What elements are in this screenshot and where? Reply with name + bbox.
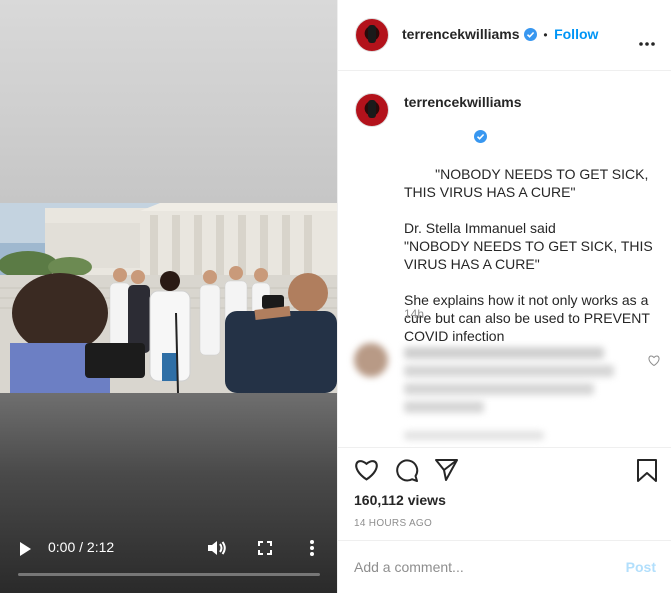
- header-user-row: terrencekwilliams • Follow: [402, 26, 598, 46]
- follow-button[interactable]: Follow: [554, 26, 598, 42]
- share-icon[interactable]: [434, 458, 459, 487]
- caption-avatar[interactable]: [355, 93, 389, 127]
- comment-bar: Add a comment... Post: [338, 540, 671, 594]
- comment-text-line: [404, 365, 614, 377]
- video-controls: 0:00 / 2:12: [0, 528, 337, 593]
- video-blur-top: [0, 0, 337, 203]
- video-still-image: [0, 203, 337, 393]
- verified-icon: [435, 111, 488, 165]
- header-separator: •: [543, 28, 548, 42]
- comment-text-line: [404, 347, 604, 359]
- verified-icon: [523, 28, 537, 46]
- comment-meta-line: [404, 431, 544, 440]
- post-panel: terrencekwilliams • Follow terrencekwill…: [337, 0, 671, 593]
- post-header: terrencekwilliams • Follow: [338, 0, 671, 71]
- caption-time-ago: 14h: [404, 307, 425, 321]
- heart-icon[interactable]: [354, 458, 379, 486]
- post-button[interactable]: Post: [626, 559, 656, 575]
- header-username[interactable]: terrencekwilliams: [402, 26, 520, 42]
- bookmark-icon[interactable]: [636, 458, 658, 488]
- avatar[interactable]: [355, 18, 389, 52]
- views-count[interactable]: 160,112 views: [354, 492, 446, 508]
- video-frame: [0, 203, 337, 393]
- comment-like-icon[interactable]: [648, 353, 660, 371]
- post-timestamp[interactable]: 14 HOURS AGO: [354, 518, 432, 529]
- play-icon[interactable]: [18, 541, 32, 562]
- caption-username[interactable]: terrencekwilliams: [404, 94, 522, 110]
- comment-input[interactable]: Add a comment...: [354, 559, 464, 575]
- video-player[interactable]: 0:00 / 2:12: [0, 0, 337, 593]
- more-options-icon[interactable]: [639, 33, 655, 51]
- caption-headline: "NOBODY NEEDS TO GET SICK, THIS VIRUS HA…: [404, 166, 652, 200]
- fullscreen-icon[interactable]: [258, 541, 272, 560]
- caption-paragraph-2: Dr. Stella Immanuel said "NOBODY NEEDS T…: [404, 220, 653, 272]
- comment-text-line: [404, 401, 484, 413]
- comments-section[interactable]: terrencekwilliams "NOBODY NEEDS TO GET S…: [338, 71, 671, 447]
- action-bar: 160,112 views 14 HOURS AGO: [338, 447, 671, 541]
- caption: terrencekwilliams "NOBODY NEEDS TO GET S…: [404, 93, 666, 363]
- blurred-comment: [338, 333, 671, 447]
- comment-text-line: [404, 383, 594, 395]
- video-progress-bar[interactable]: [18, 573, 320, 576]
- comment-avatar: [354, 343, 388, 377]
- volume-icon[interactable]: [207, 539, 227, 562]
- comment-icon[interactable]: [394, 458, 419, 487]
- video-more-icon[interactable]: [309, 539, 315, 562]
- video-time: 0:00 / 2:12: [48, 539, 115, 555]
